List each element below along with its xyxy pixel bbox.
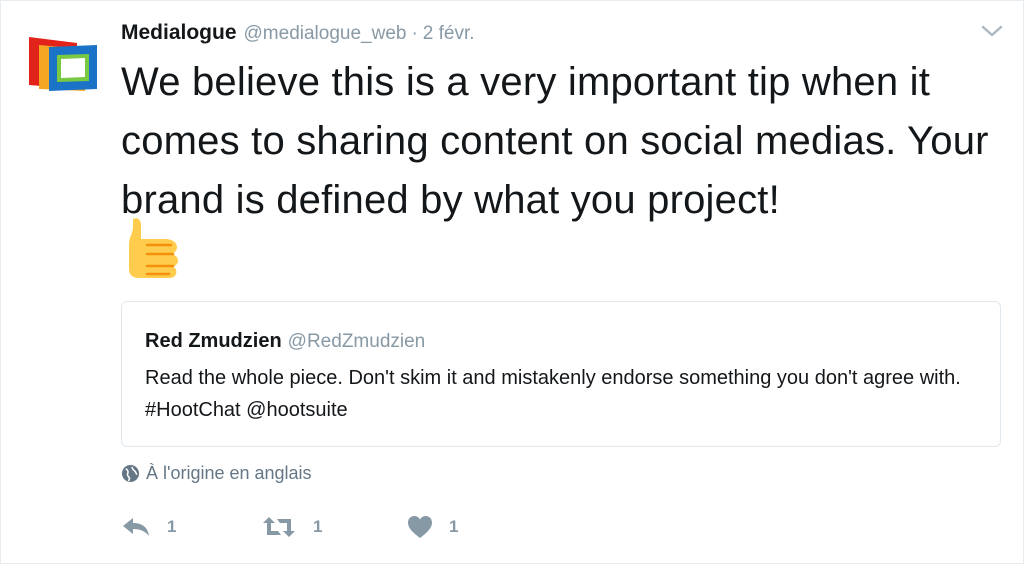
tweet-card: Medialogue @medialogue_web · 2 févr. We … <box>0 0 1024 564</box>
quoted-author-handle: @RedZmudzien <box>287 331 426 352</box>
chevron-down-icon[interactable] <box>981 23 1003 39</box>
quoted-tweet[interactable]: Red Zmudzien @RedZmudzien Read the whole… <box>121 301 1001 447</box>
action-bar: 1 1 1 <box>121 509 527 545</box>
like-button[interactable]: 1 <box>407 515 527 539</box>
separator-dot: · <box>411 23 418 44</box>
globe-icon <box>121 464 140 483</box>
author-handle[interactable]: @medialogue_web <box>244 23 407 45</box>
retweet-icon <box>263 517 295 537</box>
quoted-author-name: Red Zmudzien <box>145 330 282 352</box>
quoted-header: Red Zmudzien @RedZmudzien <box>145 330 425 353</box>
tweet-timestamp[interactable]: 2 févr. <box>423 23 475 45</box>
retweet-count: 1 <box>313 517 323 536</box>
quoted-text: Read the whole piece. Don't skim it and … <box>145 367 961 421</box>
reply-icon <box>123 518 149 536</box>
thumbs-up-emoji-icon <box>129 218 178 278</box>
like-count: 1 <box>449 517 459 536</box>
tweet-text: We believe this is a very important tip … <box>121 60 989 222</box>
tweet-header: Medialogue @medialogue_web · 2 févr. <box>121 21 475 49</box>
author-name[interactable]: Medialogue <box>121 21 237 45</box>
translate-label: À l'origine en anglais <box>146 463 312 483</box>
reply-count: 1 <box>167 517 177 536</box>
retweet-button[interactable]: 1 <box>261 515 407 539</box>
translate-link[interactable]: À l'origine en anglais <box>121 463 312 484</box>
reply-button[interactable]: 1 <box>121 516 261 538</box>
medialogue-logo-avatar[interactable] <box>27 35 99 93</box>
heart-icon <box>408 516 432 538</box>
